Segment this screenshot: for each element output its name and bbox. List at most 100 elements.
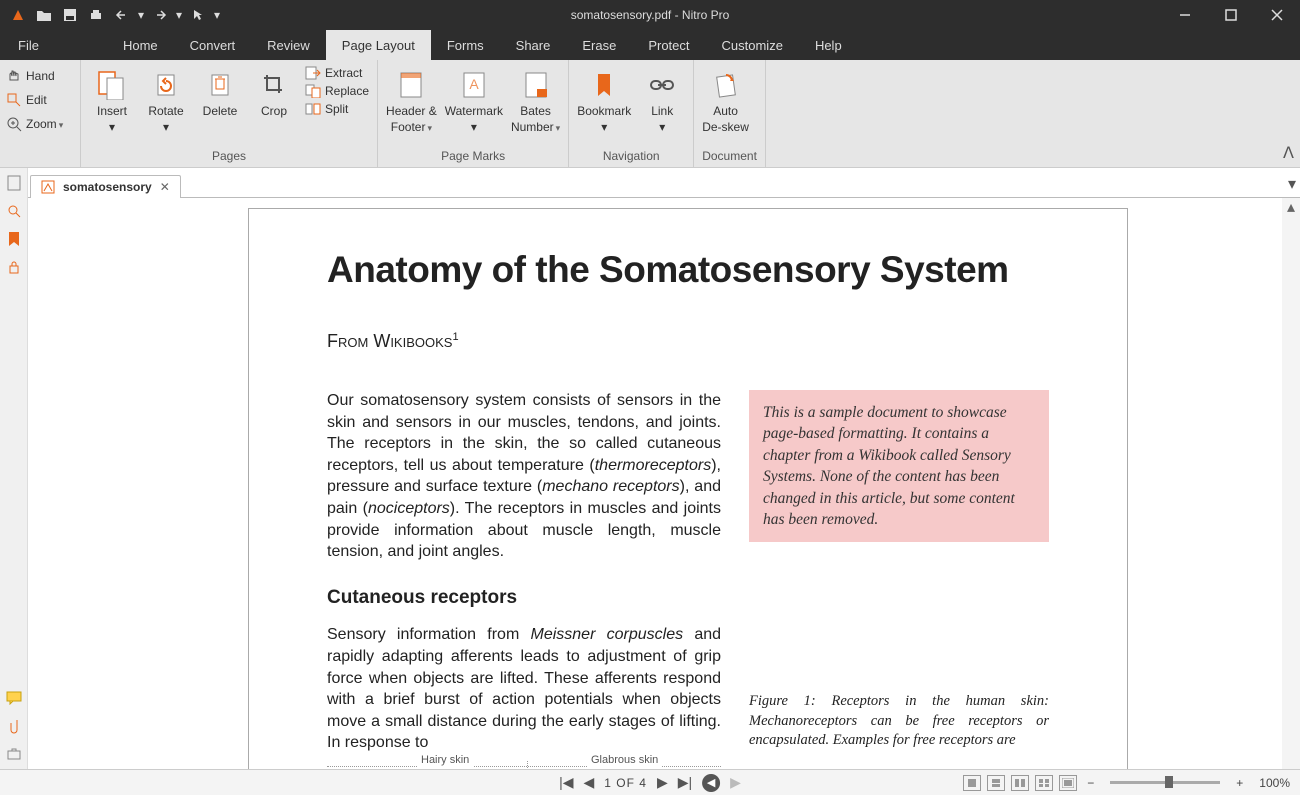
extract-button[interactable]: Extract: [305, 66, 369, 80]
nav-forward-button[interactable]: ▶: [730, 774, 741, 791]
tab-convert[interactable]: Convert: [174, 30, 252, 60]
auto-deskew-button[interactable]: AutoDe-skew: [702, 64, 749, 134]
comments-panel-icon[interactable]: [5, 689, 23, 707]
left-panel-rail: [0, 168, 28, 769]
window-controls: [1162, 0, 1300, 30]
section-heading: Cutaneous receptors: [327, 585, 721, 611]
link-icon: [645, 68, 679, 102]
zoom-level: 100%: [1259, 776, 1290, 790]
document-viewer[interactable]: ▾ ▴ Anatomy of the Somatosensory System …: [28, 168, 1300, 769]
security-panel-icon[interactable]: [5, 258, 23, 276]
tab-review[interactable]: Review: [251, 30, 326, 60]
next-page-button[interactable]: ▶: [657, 774, 668, 791]
redo-dropdown-icon[interactable]: ▾: [174, 3, 184, 27]
window-title: somatosensory.pdf - Nitro Pro: [571, 8, 730, 22]
insert-button[interactable]: Insert▾: [89, 64, 135, 134]
source-line: From Wikibooks1: [327, 331, 1049, 352]
page-title: Anatomy of the Somatosensory System: [327, 249, 1049, 291]
view-facing-continuous-icon[interactable]: [1035, 775, 1053, 791]
status-right: − + 100%: [963, 775, 1290, 791]
ribbon: Hand Edit Zoom Insert▾ Rotate▾ Delete Cr…: [0, 60, 1300, 168]
work-area: ▾ ▴ Anatomy of the Somatosensory System …: [0, 168, 1300, 769]
split-button[interactable]: Split: [305, 102, 369, 116]
first-page-button[interactable]: |◀: [559, 774, 573, 791]
vertical-scrollbar[interactable]: ▴: [1282, 198, 1300, 769]
crop-icon: [257, 68, 291, 102]
bates-icon: [519, 68, 553, 102]
link-button[interactable]: Link▾: [639, 64, 685, 134]
bates-number-button[interactable]: BatesNumber: [511, 64, 560, 134]
pdf-file-icon: [41, 180, 55, 194]
bookmarks-panel-icon[interactable]: [5, 230, 23, 248]
edit-tool[interactable]: Edit: [4, 90, 76, 110]
last-page-button[interactable]: ▶|: [678, 774, 692, 791]
rotate-button[interactable]: Rotate▾: [143, 64, 189, 134]
zoom-slider[interactable]: [1110, 781, 1220, 784]
output-panel-icon[interactable]: [5, 745, 23, 763]
close-tab-icon[interactable]: ✕: [160, 180, 170, 194]
document-tab-label: somatosensory: [63, 180, 152, 194]
collapse-ribbon-icon[interactable]: ᐱ: [1283, 143, 1294, 163]
zoom-tool[interactable]: Zoom: [4, 114, 76, 134]
title-bar: ▾ ▾ ▾ somatosensory.pdf - Nitro Pro: [0, 0, 1300, 30]
file-menu[interactable]: File: [0, 30, 57, 60]
maximize-button[interactable]: [1208, 0, 1254, 30]
expand-panels-icon[interactable]: ▾: [1288, 174, 1296, 194]
view-continuous-icon[interactable]: [987, 775, 1005, 791]
nav-back-button[interactable]: ◀: [702, 774, 720, 792]
ribbon-left-tools: Hand Edit Zoom: [0, 60, 80, 167]
bookmark-button[interactable]: Bookmark▾: [577, 64, 631, 134]
group-label-page-marks: Page Marks: [386, 147, 560, 165]
tab-forms[interactable]: Forms: [431, 30, 500, 60]
watermark-button[interactable]: A Watermark▾: [445, 64, 503, 134]
watermark-icon: A: [457, 68, 491, 102]
tab-erase[interactable]: Erase: [566, 30, 632, 60]
tab-customize[interactable]: Customize: [706, 30, 799, 60]
crop-button[interactable]: Crop: [251, 64, 297, 118]
ribbon-group-document: AutoDe-skew Document: [694, 60, 766, 167]
header-footer-button[interactable]: Header &Footer: [386, 64, 437, 134]
scroll-up-icon[interactable]: ▴: [1282, 198, 1300, 216]
tab-page-layout[interactable]: Page Layout: [326, 30, 431, 60]
app-logo-icon[interactable]: [6, 3, 30, 27]
tab-help[interactable]: Help: [799, 30, 858, 60]
view-fullscreen-icon[interactable]: [1059, 775, 1077, 791]
undo-icon[interactable]: [110, 3, 134, 27]
close-button[interactable]: [1254, 0, 1300, 30]
zoom-out-button[interactable]: −: [1083, 776, 1098, 790]
save-icon[interactable]: [58, 3, 82, 27]
undo-dropdown-icon[interactable]: ▾: [136, 3, 146, 27]
document-tab[interactable]: somatosensory ✕: [30, 175, 181, 198]
prev-page-button[interactable]: ◀: [583, 774, 594, 791]
ribbon-group-page-marks: Header &Footer A Watermark▾ BatesNumber …: [378, 60, 569, 167]
redo-icon[interactable]: [148, 3, 172, 27]
open-folder-icon[interactable]: [32, 3, 56, 27]
paragraph-2: Sensory information from Meissner corpus…: [327, 624, 721, 754]
view-single-page-icon[interactable]: [963, 775, 981, 791]
group-label-document: Document: [702, 147, 757, 165]
page-indicator: 1 OF 4: [604, 776, 647, 790]
zoom-in-button[interactable]: +: [1232, 776, 1247, 790]
view-facing-icon[interactable]: [1011, 775, 1029, 791]
print-icon[interactable]: [84, 3, 108, 27]
delete-button[interactable]: Delete: [197, 64, 243, 118]
search-panel-icon[interactable]: [5, 202, 23, 220]
hand-tool[interactable]: Hand: [4, 66, 76, 86]
attachments-panel-icon[interactable]: [5, 717, 23, 735]
tab-home[interactable]: Home: [107, 30, 174, 60]
group-label-pages: Pages: [89, 147, 369, 165]
cursor-tool-icon[interactable]: [186, 3, 210, 27]
header-footer-icon: [394, 68, 428, 102]
pdf-page: Anatomy of the Somatosensory System From…: [248, 208, 1128, 769]
replace-button[interactable]: Replace: [305, 84, 369, 98]
ribbon-group-navigation: Bookmark▾ Link▾ Navigation: [569, 60, 694, 167]
minimize-button[interactable]: [1162, 0, 1208, 30]
bookmark-icon: [587, 68, 621, 102]
tab-protect[interactable]: Protect: [632, 30, 705, 60]
tab-share[interactable]: Share: [500, 30, 567, 60]
body-column: Our somatosensory system consists of sen…: [327, 390, 721, 769]
pages-panel-icon[interactable]: [5, 174, 23, 192]
insert-page-icon: [95, 68, 129, 102]
qat-customize-icon[interactable]: ▾: [212, 3, 222, 27]
figure-caption: Figure 1: Receptors in the hu­man skin: …: [749, 692, 1049, 751]
